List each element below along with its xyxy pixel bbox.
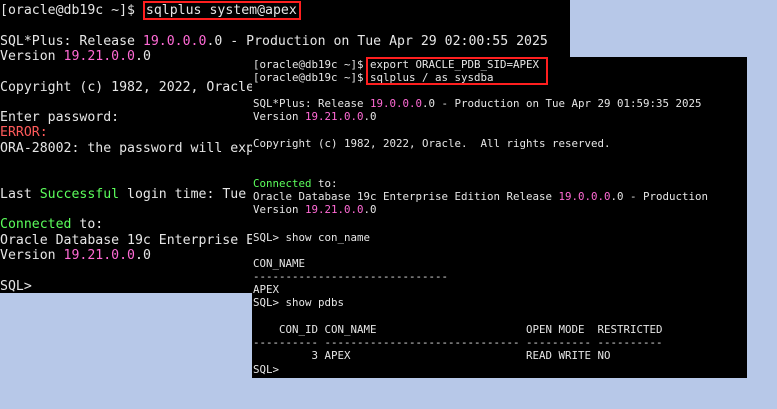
version-line-2: Version 19.21.0.0.0 (253, 203, 377, 216)
pdbs-header: CON_ID CON_NAME OPEN MODE RESTRICTED (253, 323, 663, 336)
connected-line: Connected to: (253, 177, 338, 190)
shell-prompt: [oracle@db19c ~]$ (0, 3, 143, 18)
error-message: ORA-28002: the password will expi (0, 141, 263, 156)
copyright-line: Copyright (c) 1982, 2022, Oracle. All ri… (253, 137, 611, 150)
con-name-header: CON_NAME (253, 257, 306, 270)
version-line: Version 19.21.0.0.0 (253, 110, 377, 123)
show-con-name-command: SQL> show con_name (253, 231, 371, 244)
show-pdbs-command: SQL> show pdbs (253, 296, 345, 309)
con-name-value: APEX (253, 283, 280, 296)
sqlplus-banner: SQL*Plus: Release 19.0.0.0.0 - Productio… (253, 97, 702, 110)
error-label: ERROR: (0, 125, 48, 140)
connected-line: Connected to: (0, 217, 104, 232)
pdbs-row: 3 APEX READ WRITE NO (253, 349, 611, 362)
prompt-line: [oracle@db19c ~]$ sqlplus system@apex (0, 1, 301, 20)
enter-password-line: Enter password: (0, 110, 120, 125)
last-login-line: Last Successful login time: Tue A (0, 187, 263, 202)
version-line-2: Version 19.21.0.0.0 (0, 248, 151, 263)
con-name-rule: ------------------------------ (253, 270, 449, 283)
sql-prompt: SQL> (253, 363, 280, 376)
terminal-window-front[interactable]: [oracle@db19c ~]$ export ORACLE_PDB_SID=… (252, 57, 747, 378)
copyright-line: Copyright (c) 1982, 2022, Oracle. (0, 80, 263, 95)
sql-prompt: SQL> (0, 279, 32, 293)
sqlplus-banner: SQL*Plus: Release 19.0.0.0.0 - Productio… (0, 34, 548, 49)
command-highlight-box (366, 57, 548, 85)
edition-line: Oracle Database 19c Enterprise Ed (0, 233, 263, 248)
edition-line: Oracle Database 19c Enterprise Edition R… (253, 190, 709, 203)
highlighted-command: sqlplus system@apex (142, 1, 301, 20)
pdbs-rule: ---------- -----------------------------… (253, 336, 663, 349)
version-line: Version 19.21.0.0.0 (0, 49, 151, 64)
